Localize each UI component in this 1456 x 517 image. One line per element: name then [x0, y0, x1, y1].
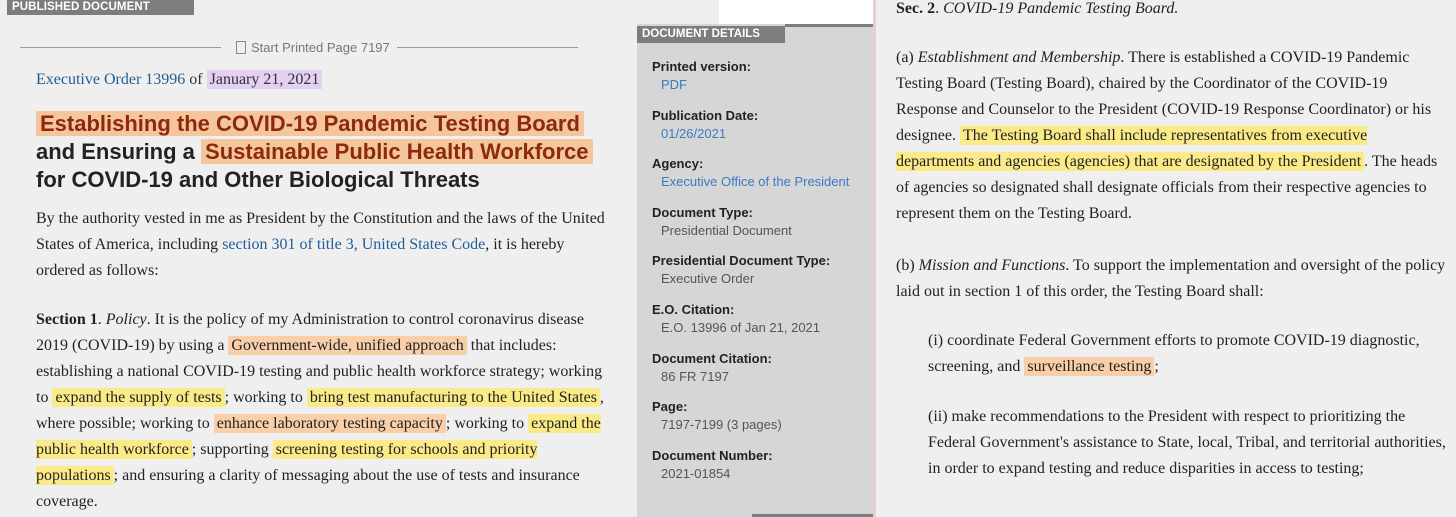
section-2b-i: (i) coordinate Federal Government effort…: [928, 328, 1448, 380]
eo-of-text: of: [189, 71, 203, 88]
detail-item: Agency: Executive Office of the President: [652, 155, 867, 204]
detail-value-link[interactable]: Executive Office of the President: [652, 173, 867, 191]
highlight-test-manufacturing: bring test manufacturing to the United S…: [306, 388, 600, 407]
title-highlight-2: Sustainable Public Health Workforce: [201, 139, 593, 164]
page-divider-left: [20, 47, 221, 48]
document-body: PUBLISHED DOCUMENT Start Printed Page 71…: [0, 0, 637, 517]
published-document-label: PUBLISHED DOCUMENT: [7, 0, 194, 15]
s2bi-text: (i) coordinate Federal Government effort…: [928, 332, 1420, 375]
detail-value: 7197-7199 (3 pages): [661, 417, 782, 433]
highlight-testing-board-members: The Testing Board shall include represen…: [896, 126, 1368, 171]
eo-date: January 21, 2021: [206, 70, 323, 89]
highlight-unified-approach: Government-wide, unified approach: [228, 336, 467, 355]
title-text-3: for COVID-19 and Other Biological Threat…: [36, 167, 480, 192]
detail-key: Document Type:: [652, 204, 753, 220]
s2b-italic: Mission and Functions: [918, 257, 1066, 274]
document-icon: [236, 41, 246, 54]
section-1-policy: Policy: [105, 311, 147, 328]
title-text-2: and Ensuring a: [36, 139, 195, 164]
detail-item: E.O. Citation: E.O. 13996 of Jan 21, 2021: [652, 301, 867, 350]
page-title: Establishing the COVID-19 Pandemic Testi…: [36, 110, 626, 194]
detail-key: Agency:: [652, 156, 704, 172]
detail-item: Publication Date: 01/26/2021: [652, 107, 867, 156]
intro-paragraph: By the authority vested in me as Preside…: [36, 206, 606, 284]
s2a-label: (a): [896, 49, 918, 66]
s2bii-text: (ii) make recommendations to the Preside…: [928, 408, 1446, 477]
s2b-label: (b): [896, 257, 919, 274]
details-header-bar: [785, 24, 873, 27]
s1-text: ; working to: [224, 389, 307, 406]
section-2-title: COVID-19 Pandemic Testing Board.: [943, 0, 1179, 17]
s1-text: ; supporting: [191, 441, 273, 458]
detail-item: Presidential Document Type: Executive Ord…: [652, 252, 867, 301]
detail-item: Printed version: PDF: [652, 58, 867, 107]
title-highlight-1: Establishing the COVID-19 Pandemic Testi…: [36, 111, 584, 136]
section-2-heading: Sec. 2. COVID-19 Pandemic Testing Board.: [896, 0, 1178, 22]
detail-item: Document Type: Presidential Document: [652, 204, 867, 253]
section-1-heading: Section 1: [36, 311, 98, 328]
section-2-label: Sec. 2: [896, 0, 936, 17]
highlight-supply-of-tests: expand the supply of tests: [52, 388, 225, 407]
detail-value-link[interactable]: 01/26/2021: [652, 125, 867, 143]
detail-key: Page:: [652, 399, 688, 415]
s1-text: ; and ensuring a clarity of messaging ab…: [36, 467, 580, 510]
detail-value: Executive Order: [661, 271, 755, 287]
detail-item: Page: 7197-7199 (3 pages): [652, 398, 867, 447]
document-details-list: Printed version: PDF Publication Date: 01/2…: [652, 58, 867, 495]
section-2b-paragraph: (b) Mission and Functions. To support th…: [896, 253, 1446, 305]
s2a-italic: Establishment and Membership: [917, 49, 1121, 66]
section-2b-ii: (ii) make recommendations to the Preside…: [928, 404, 1448, 482]
detail-value: 86 FR 7197: [661, 368, 729, 384]
printed-page-label: Start Printed Page 7197: [251, 40, 390, 55]
section-1-paragraph: Section 1. Policy. It is the policy of m…: [36, 307, 606, 515]
document-details-label: DOCUMENT DETAILS: [637, 26, 785, 43]
s2bi-text-end: ;: [1154, 358, 1159, 375]
detail-key: Presidential Document Type:: [652, 253, 831, 269]
section-2-sep: .: [935, 0, 944, 17]
s1-text: ; working to: [445, 415, 529, 432]
section-2a-paragraph: (a) Establishment and Membership. There …: [896, 45, 1446, 227]
detail-key: Publication Date:: [652, 107, 759, 123]
detail-key: E.O. Citation:: [652, 301, 735, 317]
executive-order-link[interactable]: Executive Order 13996: [36, 71, 185, 88]
page-divider-right: [397, 47, 578, 48]
usc-link[interactable]: section 301 of title 3, United States Co…: [222, 236, 485, 253]
executive-order-line: Executive Order 13996 of January 21, 202…: [36, 70, 323, 89]
printed-page-marker: Start Printed Page 7197: [236, 40, 390, 55]
sidebar-top-gap: [637, 0, 719, 24]
detail-key: Printed version:: [652, 59, 751, 74]
highlight-lab-capacity: enhance laboratory testing capacity: [213, 414, 446, 433]
detail-key: Document Number:: [652, 447, 773, 463]
detail-value: 2021-01854: [661, 465, 731, 481]
detail-key: Document Citation:: [652, 350, 772, 366]
highlight-surveillance-testing: surveillance testing: [1024, 357, 1155, 376]
detail-item: Document Citation: 86 FR 7197: [652, 350, 867, 399]
section-1-sep: .: [97, 311, 106, 328]
detail-value-link[interactable]: PDF: [652, 76, 867, 94]
detail-item: Document Number: 2021-01854: [652, 447, 867, 496]
detail-value: Presidential Document: [661, 222, 792, 238]
detail-value: E.O. 13996 of Jan 21, 2021: [661, 319, 821, 335]
